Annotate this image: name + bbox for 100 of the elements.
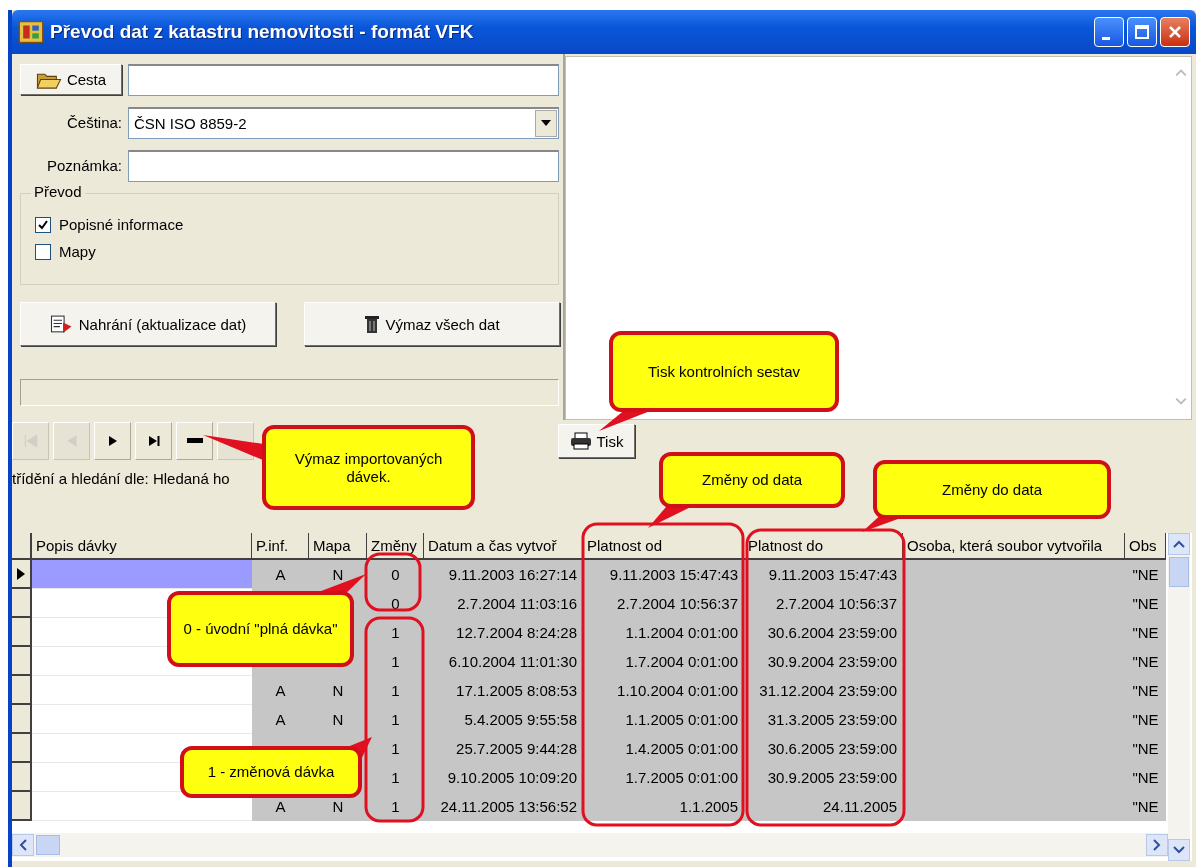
- date-cell: 1.1.2005: [583, 792, 744, 821]
- date-cell: 9.11.2003 15:47:43: [744, 560, 903, 589]
- table-cell: A: [252, 676, 309, 705]
- column-header[interactable]: Popis dávky: [32, 533, 252, 560]
- document-icon: [49, 313, 74, 335]
- close-button[interactable]: [1160, 17, 1190, 47]
- date-cell: 30.6.2005 23:59:00: [744, 734, 903, 763]
- date-cell: 9.10.2005 10:09:20: [424, 763, 583, 792]
- path-button[interactable]: Cesta: [20, 64, 122, 95]
- trash-icon: [364, 314, 381, 334]
- scroll-thumb[interactable]: [36, 835, 60, 855]
- column-header[interactable]: Platnost do: [744, 533, 903, 560]
- callout-text: 1 - změnová dávka: [207, 763, 335, 781]
- print-button[interactable]: Tisk: [558, 424, 635, 458]
- callout-text: 0 - úvodní "plná dávka": [183, 620, 338, 638]
- row-indicator[interactable]: [12, 618, 32, 647]
- table-cell: "NE: [1125, 676, 1166, 705]
- checkbox-label[interactable]: Popisné informace: [59, 216, 184, 233]
- table-cell: "NE: [1125, 734, 1166, 763]
- date-cell: 1.10.2004 0:01:00: [583, 676, 744, 705]
- note-label: Poznámka:: [45, 157, 122, 174]
- callout-text: Změny do data: [941, 480, 1043, 499]
- maximize-button[interactable]: [1127, 17, 1157, 47]
- scroll-thumb[interactable]: [1169, 557, 1189, 587]
- changes-cell: 1: [367, 676, 424, 705]
- note-field[interactable]: [128, 149, 559, 182]
- table-cell: "NE: [1125, 763, 1166, 792]
- current-row-icon: [17, 567, 25, 580]
- date-cell: 24.11.2005 13:56:52: [424, 792, 583, 821]
- delete-record-button[interactable]: [176, 422, 213, 460]
- table-cell: "NE: [1125, 618, 1166, 647]
- scroll-right-icon: [1153, 839, 1161, 851]
- date-cell: 1.1.2004 0:01:00: [583, 618, 744, 647]
- scroll-left-icon: [19, 839, 27, 851]
- date-cell: 30.9.2005 23:59:00: [744, 763, 903, 792]
- maximize-icon: [1132, 22, 1152, 42]
- changes-cell: 1: [367, 763, 424, 792]
- path-field[interactable]: [128, 63, 559, 96]
- date-cell: 12.7.2004 8:24:28: [424, 618, 583, 647]
- date-cell: 30.6.2004 23:59:00: [744, 618, 903, 647]
- table-cell: N: [309, 676, 367, 705]
- row-indicator[interactable]: [12, 647, 32, 676]
- encoding-dropdown[interactable]: ČSN ISO 8859-2: [128, 106, 559, 139]
- encoding-label: Čeština:: [65, 114, 122, 131]
- row-indicator[interactable]: [12, 560, 32, 589]
- column-header[interactable]: Osoba, která soubor vytvořila: [903, 533, 1125, 560]
- date-cell: 1.1.2005 0:01:00: [583, 705, 744, 734]
- date-cell: 2.7.2004 10:56:37: [583, 589, 744, 618]
- callout-text: Tisk kontrolních sestav: [648, 362, 800, 381]
- scroll-down-icon: [1173, 846, 1185, 854]
- vertical-scrollbar[interactable]: [1168, 533, 1190, 861]
- delete-all-button[interactable]: Výmaz všech dat: [304, 302, 560, 346]
- table-cell: "NE: [1125, 589, 1166, 618]
- minus-icon: [186, 438, 203, 444]
- table-cell: A: [252, 560, 309, 589]
- table-cell: "NE: [1125, 705, 1166, 734]
- app-icon: [18, 19, 44, 45]
- row-header: [12, 533, 32, 560]
- group-title: Převod: [31, 183, 85, 200]
- horizontal-scrollbar[interactable]: [12, 833, 1168, 857]
- changes-cell: 1: [367, 734, 424, 763]
- next-record-button[interactable]: [94, 422, 131, 460]
- upload-button[interactable]: Nahrání (aktualizace dat): [20, 302, 276, 346]
- row-indicator[interactable]: [12, 676, 32, 705]
- date-cell: 25.7.2005 9:44:28: [424, 734, 583, 763]
- table-cell: "NE: [1125, 647, 1166, 676]
- row-indicator[interactable]: [12, 734, 32, 763]
- date-cell: 31.3.2005 23:59:00: [744, 705, 903, 734]
- date-cell: 2.7.2004 10:56:37: [744, 589, 903, 618]
- column-header[interactable]: Datum a čas vytvoř: [424, 533, 583, 560]
- window-title: Převod dat z katastru nemovitosti - formát VFK: [50, 21, 475, 43]
- column-header[interactable]: P.inf.: [252, 533, 309, 560]
- date-cell: 31.12.2004 23:59:00: [744, 676, 903, 705]
- column-header[interactable]: Mapa: [309, 533, 367, 560]
- row-indicator[interactable]: [12, 763, 32, 792]
- checkbox-label[interactable]: Mapy: [59, 243, 96, 260]
- date-cell: 1.7.2005 0:01:00: [583, 763, 744, 792]
- changes-cell: 1: [367, 705, 424, 734]
- checkbox[interactable]: [35, 243, 51, 260]
- date-cell: 24.11.2005: [744, 792, 903, 821]
- column-header[interactable]: Obs: [1125, 533, 1166, 560]
- checkbox[interactable]: [35, 216, 51, 233]
- changes-cell: 1: [367, 647, 424, 676]
- table-cell: "NE: [1125, 560, 1166, 589]
- dropdown-arrow-icon: [541, 120, 551, 126]
- table-cell: N: [309, 705, 367, 734]
- date-cell: 17.1.2005 8:08:53: [424, 676, 583, 705]
- date-cell: 9.11.2003 15:47:43: [583, 560, 744, 589]
- printer-icon: [569, 432, 592, 450]
- row-indicator[interactable]: [12, 792, 32, 821]
- minimize-button[interactable]: [1094, 17, 1124, 47]
- table-cell: A: [252, 705, 309, 734]
- scroll-up-icon: [1173, 540, 1185, 548]
- column-header[interactable]: Platnost od: [583, 533, 744, 560]
- row-indicator[interactable]: [12, 589, 32, 618]
- table-cell: "NE: [1125, 792, 1166, 821]
- row-indicator[interactable]: [12, 705, 32, 734]
- last-record-button[interactable]: [135, 422, 172, 460]
- date-cell: 9.11.2003 16:27:14: [424, 560, 583, 589]
- date-cell: 6.10.2004 11:01:30: [424, 647, 583, 676]
